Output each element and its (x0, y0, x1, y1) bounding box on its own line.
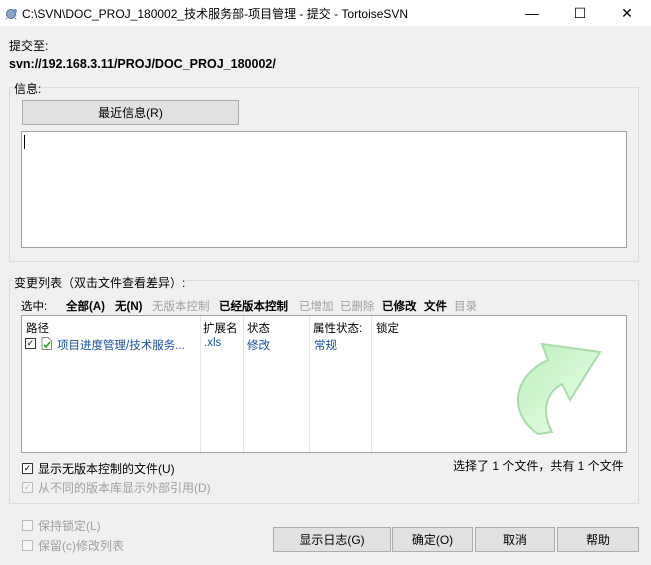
keep-locks-label: 保持锁定(L) (38, 519, 101, 533)
row-extension: .xls (204, 337, 222, 349)
show-unversioned-label: 显示无版本控制的文件(U) (38, 462, 175, 476)
close-button[interactable]: ✕ (604, 0, 650, 26)
filter-deleted[interactable]: 已删除 (340, 298, 375, 314)
window-title: C:\SVN\DOC_PROJ_180002_技术服务部-项目管理 - 提交 -… (22, 7, 409, 21)
show-unversioned-checkbox[interactable]: ✓ (22, 463, 33, 474)
selection-summary: 选择了 1 个文件，共有 1 个文件 (453, 459, 624, 473)
show-log-button[interactable]: 显示日志(G) (273, 527, 391, 552)
filter-modified[interactable]: 已修改 (382, 298, 417, 314)
maximize-icon: ☐ (573, 4, 587, 21)
show-externals-option[interactable]: ✓ 从不同的版本库显示外部引用(D) (22, 479, 211, 496)
message-label: 信息: (13, 80, 43, 97)
commit-url: svn://192.168.3.11/PROJ/DOC_PROJ_180002/ (9, 57, 276, 71)
show-unversioned-option[interactable]: ✓ 显示无版本控制的文件(U) (22, 460, 175, 477)
row-prop-status: 常规 (314, 340, 337, 352)
filter-directories[interactable]: 目录 (454, 298, 477, 314)
maximize-button[interactable]: ☐ (557, 0, 603, 26)
table-row[interactable]: ✓ 项目进度管理/技术服务... .xls 修改 常规 (22, 316, 626, 356)
recent-messages-button[interactable]: 最近信息(R) (22, 100, 239, 125)
title-bar: C:\SVN\DOC_PROJ_180002_技术服务部-项目管理 - 提交 -… (0, 0, 651, 26)
cancel-button[interactable]: 取消 (475, 527, 555, 552)
changes-list[interactable]: 路径 扩展名 状态 属性状态: 锁定 ✓ 项目进度管理/技术服务... .xls… (21, 315, 627, 453)
filter-added[interactable]: 已增加 (299, 298, 334, 314)
row-status: 修改 (247, 340, 270, 352)
help-button[interactable]: 帮助 (557, 527, 639, 552)
message-input[interactable] (21, 131, 627, 248)
tortoisesvn-app-icon (5, 9, 17, 20)
filter-all[interactable]: 全部(A) (66, 298, 105, 314)
changes-label: 变更列表（双击文件查看差异）: (13, 274, 187, 291)
close-icon: ✕ (621, 4, 633, 21)
row-checkbox[interactable]: ✓ (25, 338, 36, 349)
file-modified-icon (41, 337, 52, 350)
keep-changelists-label: 保留(c)修改列表 (38, 539, 124, 553)
keep-changelists-checkbox[interactable] (22, 540, 33, 551)
show-externals-label: 从不同的版本库显示外部引用(D) (38, 481, 211, 495)
show-externals-checkbox[interactable]: ✓ (22, 482, 33, 493)
keep-locks-option[interactable]: 保持锁定(L) (22, 517, 101, 534)
filter-unversioned[interactable]: 无版本控制 (152, 298, 210, 314)
row-path: 项目进度管理/技术服务... (57, 340, 185, 352)
commit-to-label: 提交至: (9, 39, 49, 53)
ok-button[interactable]: 确定(O) (392, 527, 473, 552)
keep-changelists-option[interactable]: 保留(c)修改列表 (22, 537, 124, 554)
minimize-button[interactable]: — (509, 0, 555, 26)
text-cursor (24, 135, 25, 149)
minimize-icon: — (525, 5, 539, 21)
select-label: 选中: (21, 301, 48, 313)
filter-files[interactable]: 文件 (424, 298, 447, 314)
filter-versioned[interactable]: 已经版本控制 (219, 298, 288, 314)
row-check-wrap: ✓ (25, 337, 52, 350)
filter-none[interactable]: 无(N) (115, 298, 142, 314)
keep-locks-checkbox[interactable] (22, 520, 33, 531)
